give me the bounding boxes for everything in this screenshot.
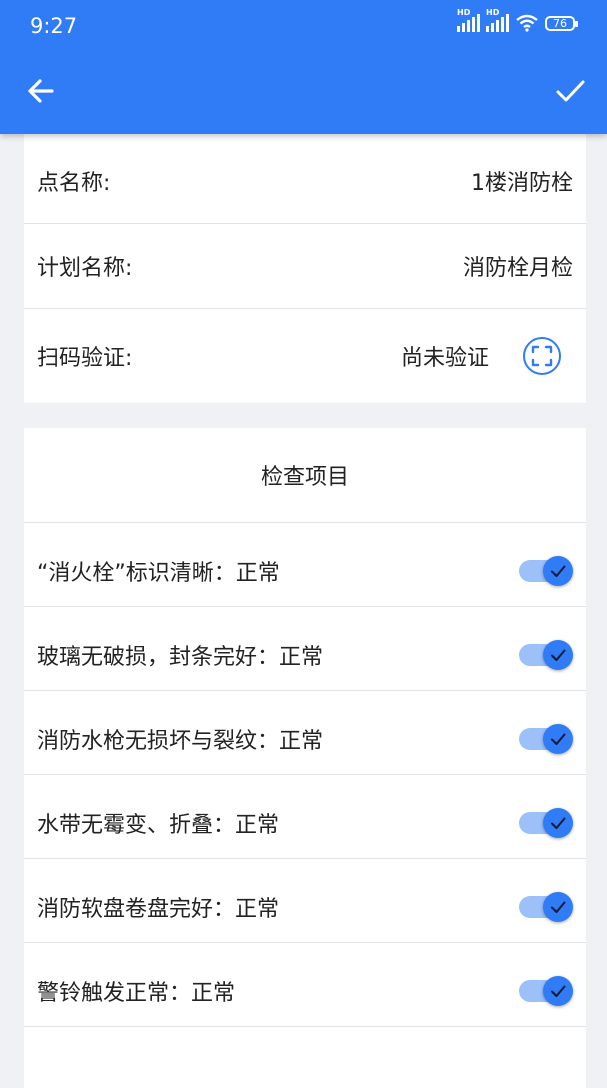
scan-verify-row: 扫码验证: 尚未验证 xyxy=(24,314,586,398)
divider xyxy=(24,606,586,607)
check-item-text: 消防水枪无损坏与裂纹：正常 xyxy=(37,729,324,754)
check-icon xyxy=(551,733,566,745)
plan-name-row: 计划名称: 消防栓月检 xyxy=(24,224,586,308)
check-items-title: 检查项目 xyxy=(260,465,349,490)
check-icon xyxy=(551,901,566,913)
point-name-value: 1楼消防栓 xyxy=(471,171,573,196)
confirm-button[interactable] xyxy=(553,74,587,108)
info-card: 点名称: 1楼消防栓 计划名称: 消防栓月检 扫码验证: 尚未验证 xyxy=(24,134,586,403)
scan-verify-label: 扫码验证: xyxy=(37,346,133,371)
check-item-toggle[interactable] xyxy=(519,556,573,586)
check-icon xyxy=(551,985,566,997)
check-item-row: 消防软盘卷盘完好：正常 xyxy=(24,865,586,949)
back-button[interactable] xyxy=(24,74,58,108)
check-item-text: 消防软盘卷盘完好：正常 xyxy=(37,897,280,922)
check-icon xyxy=(551,649,566,661)
check-icon xyxy=(551,817,566,829)
scan-button[interactable] xyxy=(523,337,561,375)
check-item-row: “消火栓”标识清晰：正常 xyxy=(24,529,586,613)
cellular-signal-icon: HD xyxy=(457,8,480,32)
check-item-toggle[interactable] xyxy=(519,808,573,838)
check-item-row: 消防水枪无损坏与裂纹：正常 xyxy=(24,697,586,781)
divider xyxy=(24,774,586,775)
divider xyxy=(24,1026,586,1027)
check-items-card: 检查项目 “消火栓”标识清晰：正常 玻璃无破损，封条完好：正常 消防水枪无损坏与… xyxy=(24,428,586,1088)
status-time: 9:27 xyxy=(30,14,78,38)
cellular-signal-icon-2: HD xyxy=(486,8,509,32)
point-name-row: 点名称: 1楼消防栓 xyxy=(24,139,586,223)
arrow-left-icon xyxy=(28,79,54,103)
wifi-icon xyxy=(516,14,538,32)
battery-icon: 76 xyxy=(545,15,578,31)
divider xyxy=(24,308,586,309)
scan-status: 尚未验证 xyxy=(400,346,489,371)
check-item-toggle[interactable] xyxy=(519,976,573,1006)
check-item-row: 玻璃无破损，封条完好：正常 xyxy=(24,613,586,697)
app-header: 9:27 HD HD 76 xyxy=(0,0,607,134)
point-name-label: 点名称: xyxy=(37,171,111,196)
check-item-row: 水带无霉变、折叠：正常 xyxy=(24,781,586,865)
divider xyxy=(24,522,586,523)
check-item-text: 警铃触发正常：正常 xyxy=(37,981,236,1006)
check-item-toggle[interactable] xyxy=(519,640,573,670)
scan-icon xyxy=(531,345,553,367)
divider xyxy=(24,690,586,691)
check-item-text: “消火栓”标识清晰：正常 xyxy=(37,561,280,586)
check-item-toggle[interactable] xyxy=(519,724,573,754)
plan-name-label: 计划名称: xyxy=(37,256,133,281)
divider xyxy=(24,942,586,943)
check-item-text: 水带无霉变、折叠：正常 xyxy=(37,813,280,838)
check-item-text: 玻璃无破损，封条完好：正常 xyxy=(37,645,324,670)
plan-name-value: 消防栓月检 xyxy=(462,256,573,281)
check-item-toggle[interactable] xyxy=(519,892,573,922)
status-icons: HD HD 76 xyxy=(457,8,578,32)
check-icon xyxy=(551,565,566,577)
divider xyxy=(24,858,586,859)
check-item-row: 警铃触发正常：正常 xyxy=(24,949,586,1033)
check-icon xyxy=(556,80,585,102)
